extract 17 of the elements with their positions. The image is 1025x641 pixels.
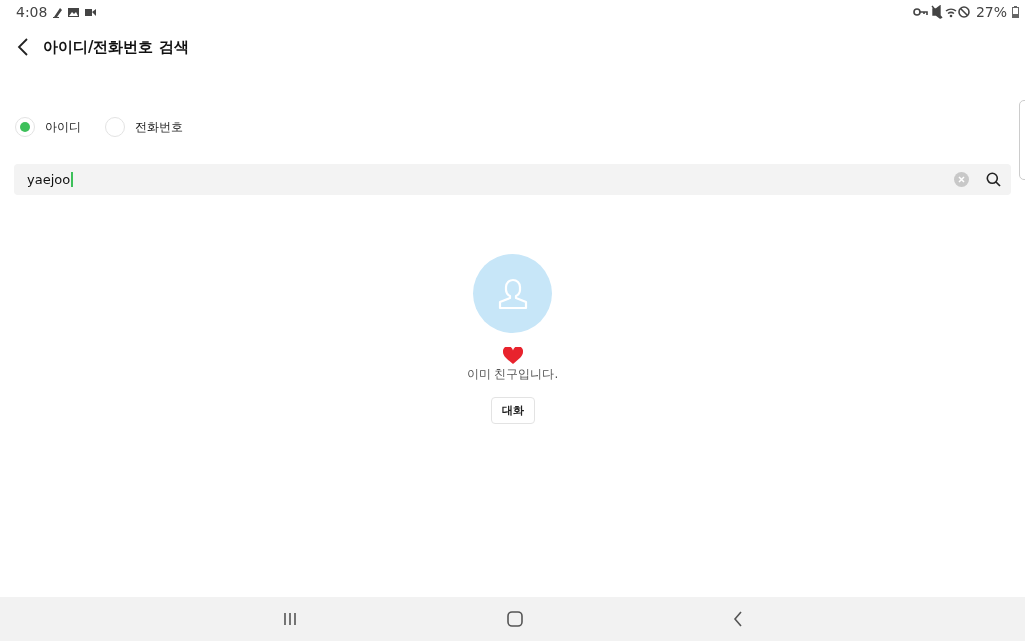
search-icon[interactable] <box>986 172 1001 187</box>
home-icon[interactable] <box>506 611 523 627</box>
radio-label[interactable]: 아이디 <box>45 118 81 136</box>
battery-icon <box>1012 6 1019 18</box>
back-icon[interactable] <box>732 611 743 627</box>
search-field[interactable]: yaejoo <box>14 164 1011 195</box>
recent-apps-icon[interactable] <box>282 612 297 626</box>
chat-button[interactable]: 대화 <box>490 397 535 424</box>
radio-label[interactable]: 전화번호 <box>135 118 183 136</box>
notification-icons <box>52 6 97 18</box>
page-title: 아이디/전화번호 검색 <box>43 37 189 57</box>
status-time: 4:08 <box>16 4 48 20</box>
battery-percent: 27% <box>975 4 1007 20</box>
friend-status-message: 이미 친구입니다. <box>466 366 559 383</box>
back-icon[interactable] <box>17 38 29 56</box>
system-status-icons <box>912 5 971 19</box>
heart-icon <box>502 347 523 365</box>
